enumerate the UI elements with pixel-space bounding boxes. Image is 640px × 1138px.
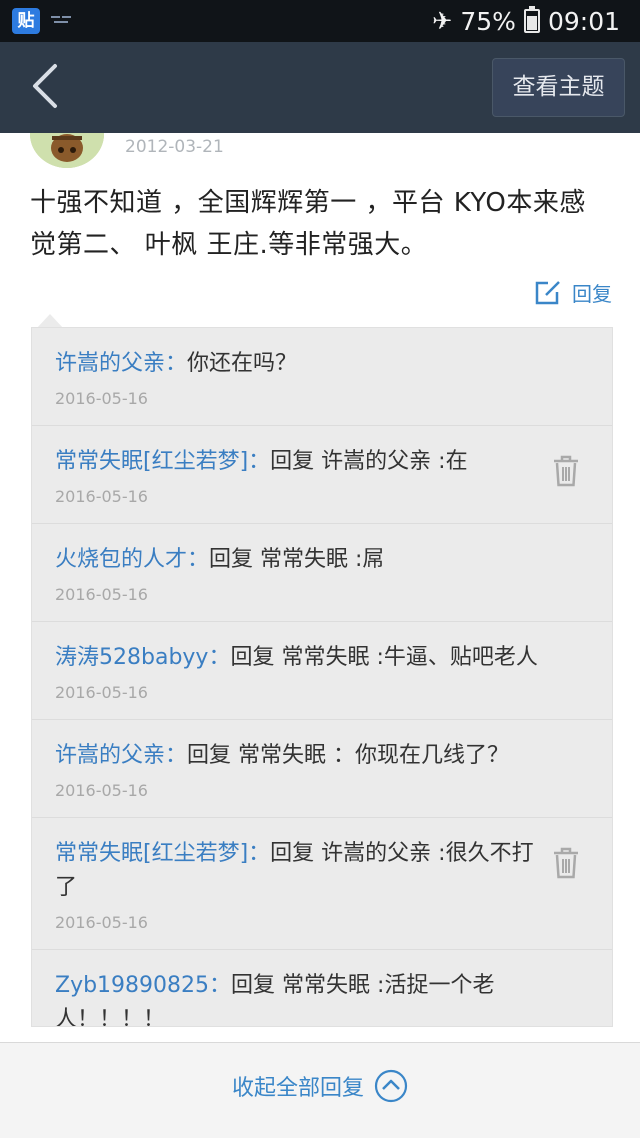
bottom-bar: 收起全部回复 [0, 1042, 640, 1138]
sub-reply-item[interactable]: 常常失眠[红尘若梦]：回复 许嵩的父亲 :在 2016-05-16 [32, 426, 612, 524]
sub-reply-content: 回复 许嵩的父亲 :在 [270, 449, 468, 474]
sub-reply-item[interactable]: Zyb19890825：回复 常常失眠 :活捉一个老人！！！！ [32, 950, 612, 1026]
app-icon: 贴 [12, 8, 40, 34]
airplane-icon: ✈ [432, 7, 453, 35]
sub-reply-item[interactable]: 火烧包的人才：回复 常常失眠 :屌 2016-05-16 [32, 524, 612, 622]
trash-icon[interactable] [552, 454, 580, 488]
chevron-up-circle-icon [374, 1069, 408, 1103]
sub-reply-text: 常常失眠[红尘若梦]：回复 许嵩的父亲 :在 [55, 445, 542, 479]
sub-reply-text: 许嵩的父亲：你还在吗？ [55, 347, 542, 381]
sub-reply-text: 涛涛528babyy：回复 常常失眠 :牛逼、贴吧老人 [55, 641, 542, 675]
edit-icon [535, 280, 560, 304]
sub-reply-user[interactable]: Zyb19890825： [55, 973, 231, 998]
sub-reply-date: 2016-05-16 [55, 585, 148, 604]
sub-reply-user[interactable]: 常常失眠[红尘若梦]： [55, 449, 270, 474]
sub-reply-content: 回复 常常失眠 :牛逼、贴吧老人 [230, 645, 538, 670]
sub-reply-list: 许嵩的父亲：你还在吗？ 2016-05-16 常常失眠[红尘若梦]：回复 许嵩的… [31, 327, 613, 1027]
post-content: 十强不知道 ，全国辉辉第一 ，平台 KYO本来感觉第二、 叶枫 王庄.等非常强大… [30, 188, 586, 260]
sub-reply-content: 你还在吗？ [187, 351, 298, 376]
sub-reply-caret [37, 314, 63, 328]
view-topic-button[interactable]: 查看主题 [492, 58, 625, 117]
nav-bar: 查看主题 [0, 42, 640, 133]
back-arrow-icon[interactable] [22, 60, 72, 112]
sub-reply-item[interactable]: 涛涛528babyy：回复 常常失眠 :牛逼、贴吧老人 2016-05-16 [32, 622, 612, 720]
notification-icon [51, 16, 71, 23]
sub-reply-text: Zyb19890825：回复 常常失眠 :活捉一个老人！！！！ [55, 969, 542, 1026]
sub-reply-date: 2016-05-16 [55, 913, 148, 932]
sub-reply-content: 回复 常常失眠 :屌 [209, 547, 385, 572]
battery-icon [523, 6, 540, 33]
sub-reply-date: 2016-05-16 [55, 683, 148, 702]
sub-reply-date: 2016-05-16 [55, 487, 148, 506]
reply-label: 回复 [572, 282, 612, 306]
sub-reply-text: 常常失眠[红尘若梦]：回复 许嵩的父亲 :很久不打了 [55, 837, 542, 905]
sub-reply-item[interactable]: 许嵩的父亲：你还在吗？ 2016-05-16 [32, 328, 612, 426]
sub-reply-user[interactable]: 许嵩的父亲： [55, 743, 187, 768]
sub-reply-content: 回复 常常失眠 ：你现在几线了？ [187, 743, 510, 768]
sub-reply-text: 火烧包的人才：回复 常常失眠 :屌 [55, 543, 542, 577]
sub-reply-date: 2016-05-16 [55, 389, 148, 408]
collapse-replies-button[interactable]: 收起全部回复 [0, 1069, 640, 1103]
sub-reply-text: 许嵩的父亲：回复 常常失眠 ：你现在几线了？ [55, 739, 542, 773]
sub-reply-user[interactable]: 火烧包的人才： [55, 547, 209, 572]
collapse-label: 收起全部回复 [231, 1076, 364, 1101]
post-date: 2012-03-21 [125, 137, 224, 157]
sub-reply-item[interactable]: 常常失眠[红尘若梦]：回复 许嵩的父亲 :很久不打了 2016-05-16 [32, 818, 612, 950]
reply-button[interactable]: 回复 [534, 278, 612, 307]
status-bar: 贴 ✈ 75% 09:01 [0, 0, 640, 42]
trash-icon[interactable] [552, 846, 580, 880]
sub-reply-user[interactable]: 常常失眠[红尘若梦]： [55, 841, 270, 866]
battery-percent: 75% [460, 6, 516, 36]
clock: 09:01 [547, 6, 620, 36]
sub-reply-user[interactable]: 涛涛528babyy： [55, 645, 230, 670]
sub-reply-date: 2016-05-16 [55, 781, 148, 800]
sub-reply-user[interactable]: 许嵩的父亲： [55, 351, 187, 376]
sub-reply-item[interactable]: 许嵩的父亲：回复 常常失眠 ：你现在几线了？ 2016-05-16 [32, 720, 612, 818]
